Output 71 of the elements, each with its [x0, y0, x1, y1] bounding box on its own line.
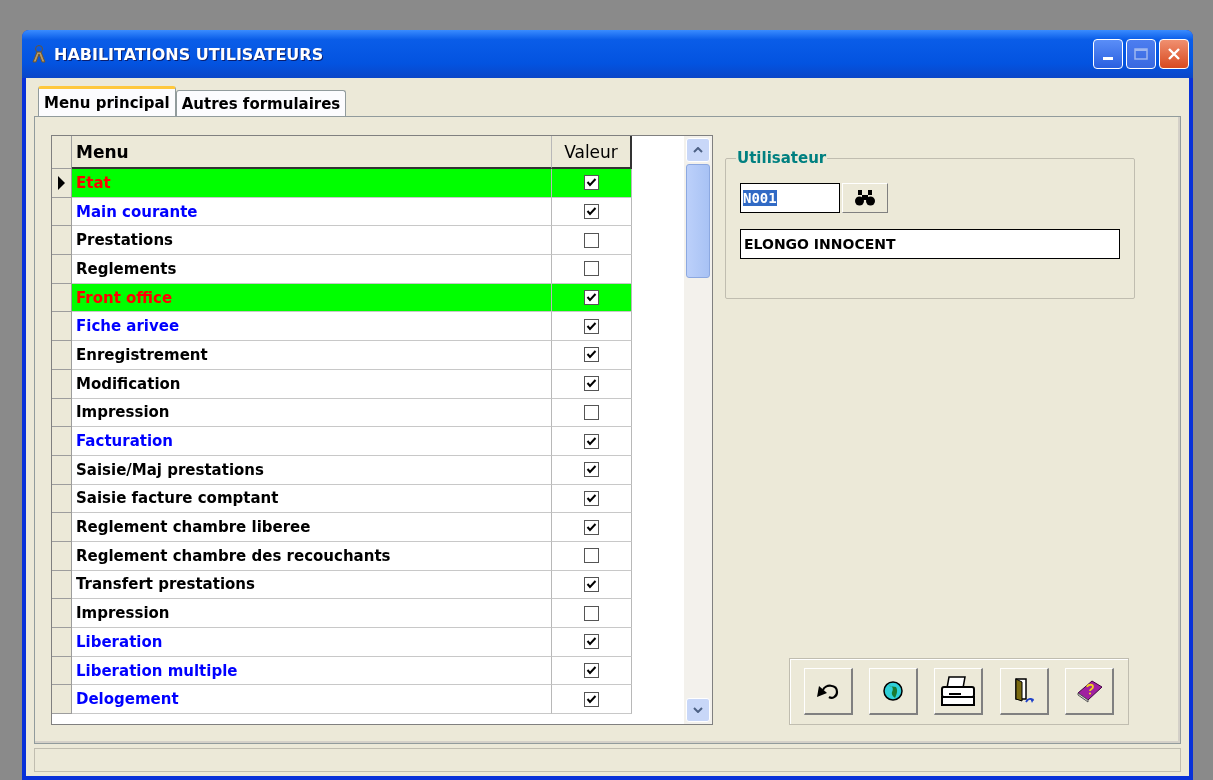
user-code-field[interactable]: N001 — [740, 183, 840, 213]
menu-cell: Etat — [72, 169, 552, 198]
checkbox[interactable] — [584, 232, 599, 248]
tab[interactable]: Autres formulaires — [175, 90, 347, 116]
minimize-icon — [1103, 57, 1113, 61]
column-header: Menu — [72, 136, 552, 169]
window-title: HABILITATIONS UTILISATEURS — [54, 44, 325, 64]
checkbox[interactable] — [584, 490, 599, 506]
menu-cell: Modification — [72, 369, 552, 399]
group-label: Utilisateur — [736, 149, 828, 167]
menu-cell: Front office — [72, 283, 552, 313]
menu-cell: Reglement chambre des recouchants — [72, 541, 552, 571]
close-icon — [1167, 47, 1181, 61]
menu-cell: Fiche arivee — [72, 312, 552, 342]
undo-button[interactable] — [804, 668, 854, 715]
menu-cell: Impression — [72, 599, 552, 628]
chevron-up-icon — [693, 147, 703, 153]
column-header: Valeur — [552, 136, 632, 169]
exit-button[interactable] — [999, 668, 1049, 715]
scroll-thumb[interactable] — [686, 164, 710, 278]
checkbox[interactable] — [584, 663, 599, 679]
maximize-icon — [1134, 48, 1148, 60]
checkbox[interactable] — [584, 462, 599, 478]
vertical-scrollbar[interactable] — [684, 136, 712, 724]
menu-cell: Facturation — [72, 427, 552, 456]
scroll-up-button[interactable] — [686, 138, 710, 162]
menu-cell: Enregistrement — [72, 341, 552, 370]
scroll-down-button[interactable] — [686, 698, 710, 722]
menu-cell: Reglement chambre liberee — [72, 513, 552, 542]
maximize-button[interactable] — [1126, 39, 1156, 69]
menu-cell: Impression — [72, 398, 552, 428]
checkbox[interactable] — [584, 347, 599, 363]
menu-cell: Transfert prestations — [72, 570, 552, 600]
menu-cell: Delogement — [72, 685, 552, 715]
menu-cell: Main courante — [72, 197, 552, 227]
checkbox[interactable] — [584, 376, 599, 392]
checkbox[interactable] — [584, 576, 599, 592]
menu-cell: Saisie/Maj prestations — [72, 455, 552, 485]
menu-cell: Prestations — [72, 226, 552, 256]
user-name-field[interactable]: ELONGO INNOCENT — [740, 229, 1120, 259]
row-header[interactable] — [52, 169, 72, 198]
binoculars-icon — [854, 190, 876, 206]
checkbox[interactable] — [584, 519, 599, 535]
checkbox[interactable] — [584, 204, 599, 220]
menu-cell: Saisie facture comptant — [72, 484, 552, 514]
keys-icon — [30, 44, 48, 64]
globe-icon — [882, 680, 905, 702]
checkbox[interactable] — [584, 605, 599, 621]
menu-cell: Reglements — [72, 255, 552, 284]
checkbox[interactable] — [584, 634, 599, 650]
row-pointer-icon — [58, 175, 65, 190]
minimize-button[interactable] — [1093, 39, 1123, 69]
printer-icon — [939, 674, 978, 708]
checkbox[interactable] — [584, 404, 599, 420]
help-button[interactable] — [1064, 668, 1114, 715]
menu-cell: Liberation multiple — [72, 656, 552, 686]
chevron-down-icon — [693, 707, 703, 713]
tab[interactable]: Menu principal — [38, 86, 176, 116]
print-button[interactable] — [934, 668, 984, 715]
checkbox[interactable] — [584, 175, 599, 191]
globe-button[interactable] — [869, 668, 919, 715]
checkbox[interactable] — [584, 691, 599, 707]
checkbox[interactable] — [584, 548, 599, 564]
close-button[interactable] — [1159, 39, 1189, 69]
header-corner — [52, 136, 72, 169]
checkbox[interactable] — [584, 290, 599, 306]
checkbox[interactable] — [584, 261, 599, 277]
checkbox[interactable] — [584, 318, 599, 334]
checkbox[interactable] — [584, 433, 599, 449]
search-button[interactable] — [842, 183, 888, 213]
menu-cell: Liberation — [72, 628, 552, 657]
